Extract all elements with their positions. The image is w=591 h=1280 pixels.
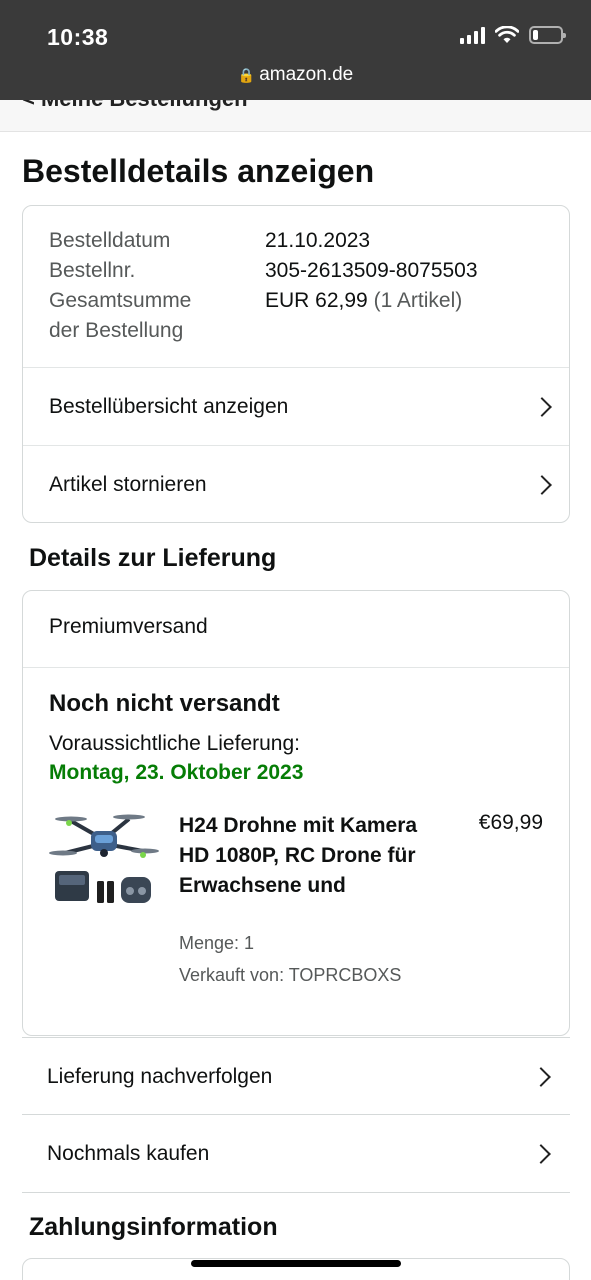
divider bbox=[23, 667, 569, 668]
browser-top-bar: 10:38 🔒 amazon.de bbox=[0, 0, 591, 100]
order-summary-grid: Bestelldatum 21.10.2023 Bestellnr. 305-2… bbox=[49, 226, 478, 346]
status-icons bbox=[460, 26, 566, 44]
chevron-right-icon bbox=[531, 1066, 551, 1087]
lock-icon: 🔒 bbox=[237, 67, 256, 83]
view-order-summary-link[interactable]: Bestellübersicht anzeigen bbox=[23, 367, 569, 445]
product-price: €69,99 bbox=[478, 811, 543, 834]
product-title-link[interactable]: H24 Drohne mit Kamera HD 1080P, RC Drone… bbox=[179, 811, 439, 901]
eta-date: Montag, 23. Oktober 2023 bbox=[49, 761, 304, 784]
product-image[interactable] bbox=[49, 807, 159, 917]
order-number-label: Bestellnr. bbox=[49, 259, 136, 282]
payment-section-title: Zahlungsinformation bbox=[29, 1213, 278, 1241]
cancel-items-label: Artikel stornieren bbox=[49, 472, 207, 496]
url-text: amazon.de bbox=[259, 64, 354, 85]
chevron-right-icon bbox=[532, 474, 552, 495]
battery-icon bbox=[529, 26, 566, 44]
order-date-label: Bestelldatum bbox=[49, 229, 171, 252]
back-link-strip: < Meine Bestellungen bbox=[0, 100, 591, 132]
order-date: 21.10.2023 bbox=[265, 229, 371, 252]
order-total-label-line2: der Bestellung bbox=[49, 319, 184, 342]
product-seller: Verkauft von: TOPRCBOXS bbox=[179, 965, 402, 985]
page-title: Bestelldetails anzeigen bbox=[22, 153, 375, 189]
product-quantity: Menge: 1 bbox=[179, 933, 255, 953]
url-bar[interactable]: 🔒 amazon.de bbox=[0, 64, 591, 86]
order-total: EUR 62,99 (1 Artikel) bbox=[265, 286, 462, 316]
home-indicator[interactable] bbox=[191, 1260, 401, 1267]
wifi-icon bbox=[495, 26, 519, 43]
status-time: 10:38 bbox=[47, 24, 109, 50]
cancel-items-link[interactable]: Artikel stornieren bbox=[23, 445, 569, 523]
eta-label: Voraussichtliche Lieferung: bbox=[49, 732, 300, 755]
order-total-value: EUR 62,99 bbox=[265, 289, 368, 312]
delivery-section-title: Details zur Lieferung bbox=[29, 544, 277, 572]
buy-again-link[interactable]: Nochmals kaufen bbox=[22, 1114, 570, 1193]
delivery-card: Premiumversand Noch nicht versandt Vorau… bbox=[22, 590, 570, 1036]
order-number: 305-2613509-8075503 bbox=[265, 259, 478, 282]
track-delivery-link[interactable]: Lieferung nachverfolgen bbox=[22, 1037, 570, 1115]
view-order-summary-label: Bestellübersicht anzeigen bbox=[49, 394, 289, 418]
cellular-signal-icon bbox=[460, 26, 485, 44]
chevron-right-icon bbox=[531, 1143, 551, 1164]
back-link[interactable]: < Meine Bestellungen bbox=[22, 100, 248, 112]
order-total-label: Gesamtsumme bbox=[49, 289, 192, 312]
track-delivery-label: Lieferung nachverfolgen bbox=[47, 1064, 273, 1088]
shipment-status: Noch nicht versandt bbox=[49, 690, 280, 717]
buy-again-label: Nochmals kaufen bbox=[47, 1141, 210, 1165]
shipping-method: Premiumversand bbox=[49, 615, 208, 638]
order-summary-card: Bestelldatum 21.10.2023 Bestellnr. 305-2… bbox=[22, 205, 570, 523]
order-item-count: (1 Artikel) bbox=[373, 289, 463, 312]
chevron-right-icon bbox=[532, 396, 552, 417]
